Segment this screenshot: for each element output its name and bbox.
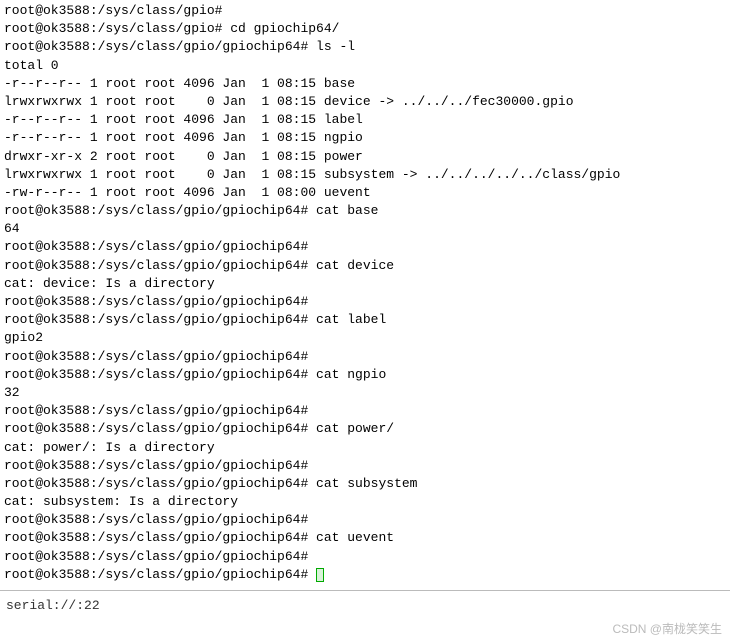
output-line: lrwxrwxrwx 1 root root 0 Jan 1 08:15 dev… [4,93,726,111]
command-text [308,567,316,582]
command-text: cat uevent [308,530,394,545]
prompt-line: root@ok3588:/sys/class/gpio# cd gpiochip… [4,20,726,38]
prompt-line: root@ok3588:/sys/class/gpio/gpiochip64# [4,511,726,529]
shell-prompt: root@ok3588:/sys/class/gpio/gpiochip64# [4,239,308,254]
shell-prompt: root@ok3588:/sys/class/gpio/gpiochip64# [4,367,308,382]
shell-prompt: root@ok3588:/sys/class/gpio# [4,21,222,36]
cursor [316,568,324,582]
shell-prompt: root@ok3588:/sys/class/gpio/gpiochip64# [4,403,308,418]
output-line: 32 [4,384,726,402]
prompt-line: root@ok3588:/sys/class/gpio/gpiochip64# … [4,38,726,56]
shell-prompt: root@ok3588:/sys/class/gpio# [4,3,222,18]
prompt-line: root@ok3588:/sys/class/gpio/gpiochip64# … [4,475,726,493]
command-text: cat subsystem [308,476,417,491]
output-line: cat: subsystem: Is a directory [4,493,726,511]
divider [0,590,730,591]
shell-prompt: root@ok3588:/sys/class/gpio/gpiochip64# [4,421,308,436]
shell-prompt: root@ok3588:/sys/class/gpio/gpiochip64# [4,530,308,545]
shell-prompt: root@ok3588:/sys/class/gpio/gpiochip64# [4,549,308,564]
command-text: cat base [308,203,378,218]
command-text: cd gpiochip64/ [222,21,339,36]
output-line: lrwxrwxrwx 1 root root 0 Jan 1 08:15 sub… [4,166,726,184]
prompt-line: root@ok3588:/sys/class/gpio/gpiochip64# [4,566,726,584]
shell-prompt: root@ok3588:/sys/class/gpio/gpiochip64# [4,294,308,309]
status-bar: serial://:22 [0,593,730,619]
shell-prompt: root@ok3588:/sys/class/gpio/gpiochip64# [4,349,308,364]
output-line: gpio2 [4,329,726,347]
shell-prompt: root@ok3588:/sys/class/gpio/gpiochip64# [4,39,308,54]
output-line: -r--r--r-- 1 root root 4096 Jan 1 08:15 … [4,75,726,93]
prompt-line: root@ok3588:/sys/class/gpio/gpiochip64# [4,293,726,311]
prompt-line: root@ok3588:/sys/class/gpio/gpiochip64# [4,348,726,366]
prompt-line: root@ok3588:/sys/class/gpio/gpiochip64# [4,238,726,256]
output-line: -r--r--r-- 1 root root 4096 Jan 1 08:15 … [4,111,726,129]
command-text: cat label [308,312,386,327]
command-text: ls -l [308,39,355,54]
prompt-line: root@ok3588:/sys/class/gpio/gpiochip64# … [4,420,726,438]
output-line: cat: device: Is a directory [4,275,726,293]
prompt-line: root@ok3588:/sys/class/gpio/gpiochip64# [4,548,726,566]
output-line: -r--r--r-- 1 root root 4096 Jan 1 08:15 … [4,129,726,147]
shell-prompt: root@ok3588:/sys/class/gpio/gpiochip64# [4,512,308,527]
shell-prompt: root@ok3588:/sys/class/gpio/gpiochip64# [4,458,308,473]
prompt-line: root@ok3588:/sys/class/gpio# [4,2,726,20]
prompt-line: root@ok3588:/sys/class/gpio/gpiochip64# … [4,366,726,384]
prompt-line: root@ok3588:/sys/class/gpio/gpiochip64# [4,402,726,420]
command-text: cat power/ [308,421,394,436]
shell-prompt: root@ok3588:/sys/class/gpio/gpiochip64# [4,476,308,491]
shell-prompt: root@ok3588:/sys/class/gpio/gpiochip64# [4,312,308,327]
command-text: cat device [308,258,394,273]
watermark: CSDN @南栊笑笑生 [0,619,730,640]
output-line: total 0 [4,57,726,75]
prompt-line: root@ok3588:/sys/class/gpio/gpiochip64# … [4,257,726,275]
output-line: cat: power/: Is a directory [4,439,726,457]
command-text: cat ngpio [308,367,386,382]
prompt-line: root@ok3588:/sys/class/gpio/gpiochip64# [4,457,726,475]
prompt-line: root@ok3588:/sys/class/gpio/gpiochip64# … [4,311,726,329]
prompt-line: root@ok3588:/sys/class/gpio/gpiochip64# … [4,202,726,220]
shell-prompt: root@ok3588:/sys/class/gpio/gpiochip64# [4,258,308,273]
shell-prompt: root@ok3588:/sys/class/gpio/gpiochip64# [4,203,308,218]
output-line: drwxr-xr-x 2 root root 0 Jan 1 08:15 pow… [4,148,726,166]
output-line: -rw-r--r-- 1 root root 4096 Jan 1 08:00 … [4,184,726,202]
shell-prompt: root@ok3588:/sys/class/gpio/gpiochip64# [4,567,308,582]
output-line: 64 [4,220,726,238]
terminal-output[interactable]: root@ok3588:/sys/class/gpio#root@ok3588:… [0,0,730,586]
prompt-line: root@ok3588:/sys/class/gpio/gpiochip64# … [4,529,726,547]
